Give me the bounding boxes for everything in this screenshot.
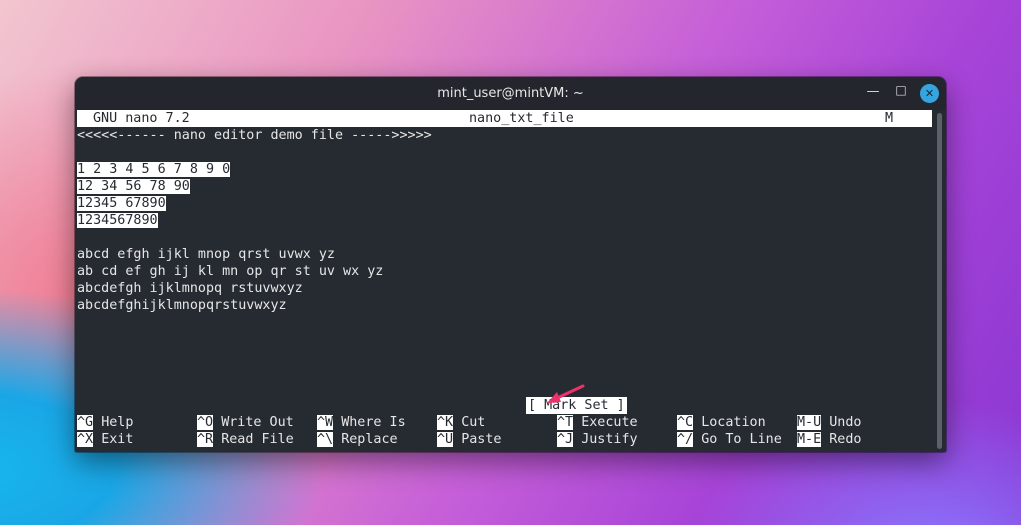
maximize-icon[interactable]: □	[893, 83, 909, 97]
shortcut-read-file[interactable]: ^R Read File	[197, 431, 294, 448]
shortcut-exit[interactable]: ^X Exit	[77, 431, 133, 448]
minimize-icon[interactable]: —	[865, 84, 881, 99]
shortcut-write-out[interactable]: ^O Write Out	[197, 414, 294, 431]
shortcut-replace[interactable]: ^\ Replace	[317, 431, 398, 448]
shortcut-where-is[interactable]: ^W Where Is	[317, 414, 406, 431]
nano-title-bar: GNU nano 7.2 nano_txt_file M	[77, 110, 932, 127]
close-icon[interactable]: ✕	[920, 84, 939, 103]
terminal-content[interactable]: GNU nano 7.2 nano_txt_file M <<<<<------…	[75, 110, 935, 452]
annotation-arrow-icon	[547, 384, 585, 403]
nano-modified-flag: M	[885, 111, 894, 126]
window-titlebar[interactable]: mint_user@mintVM: ~ — □ ✕	[75, 77, 946, 110]
shortcut-help[interactable]: ^G Help	[77, 414, 133, 431]
window-title: mint_user@mintVM: ~	[437, 86, 584, 101]
text-line: ab cd ef gh ij kl mn op qr st uv wx yz	[77, 264, 384, 279]
buffer-header-line: <<<<<------ nano editor demo file ----->…	[77, 128, 432, 143]
shortcut-cut[interactable]: ^K Cut	[437, 414, 485, 431]
nano-filename: nano_txt_file	[469, 111, 574, 126]
shortcut-go-to-line[interactable]: ^/ Go To Line	[677, 431, 782, 448]
shortcut-redo[interactable]: M-E Redo	[797, 431, 862, 448]
shortcut-paste[interactable]: ^U Paste	[437, 431, 502, 448]
selected-line: 12 34 56 78 90	[77, 179, 190, 194]
terminal-scrollbar[interactable]	[937, 113, 942, 449]
selected-line: 12345 67890	[77, 196, 166, 211]
text-line: abcd efgh ijkl mnop qrst uvwx yz	[77, 247, 335, 262]
selected-line: 1 2 3 4 5 6 7 8 9 0	[77, 162, 231, 177]
shortcut-undo[interactable]: M-U Undo	[797, 414, 862, 431]
nano-version: GNU nano 7.2	[93, 111, 190, 126]
selected-line: 1234567890	[77, 213, 158, 228]
shortcut-execute[interactable]: ^T Execute	[557, 414, 638, 431]
text-line: abcdefgh ijklmnopq rstuvwxyz	[77, 281, 303, 296]
shortcut-justify[interactable]: ^J Justify	[557, 431, 638, 448]
shortcut-location[interactable]: ^C Location	[677, 414, 766, 431]
terminal-window: mint_user@mintVM: ~ — □ ✕ GNU nano 7.2 n…	[75, 77, 946, 452]
text-line: abcdefghijklmnopqrstuvwxyz	[77, 298, 287, 313]
